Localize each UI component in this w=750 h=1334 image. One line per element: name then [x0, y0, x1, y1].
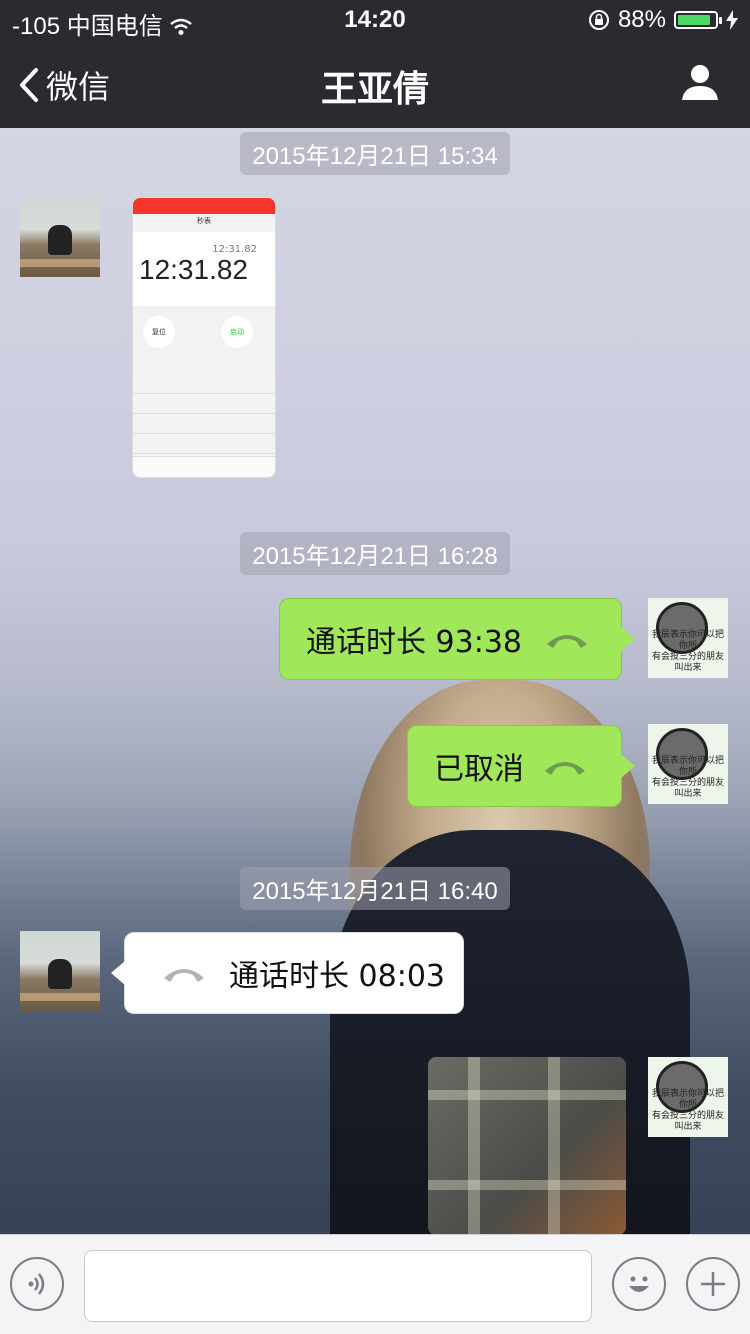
thumb-status-bar [133, 198, 275, 214]
chat-title: 王亚倩 [320, 69, 429, 110]
avatar-caption: 我辰表示你可以把你所 有会投三分的朋友叫出来 [648, 756, 728, 800]
battery-icon [674, 11, 722, 29]
status-right: 88% [588, 6, 738, 34]
avatar-desk [20, 993, 100, 1001]
timestamp-label: 2015年12月21日 16:40 [240, 867, 510, 910]
emoji-button[interactable] [612, 1257, 666, 1311]
call-message-outgoing[interactable]: 通话时长 93:38 [279, 598, 635, 680]
timestamp-1: 2015年12月21日 15:34 [0, 132, 750, 175]
more-options-button[interactable] [686, 1257, 740, 1311]
my-avatar[interactable]: 我辰表示你可以把你所 有会投三分的朋友叫出来 [648, 598, 728, 678]
my-avatar[interactable]: 我辰表示你可以把你所 有会投三分的朋友叫出来 [648, 1057, 728, 1137]
avatar-caption: 我辰表示你可以把你所 有会投三分的朋友叫出来 [648, 630, 728, 674]
avatar-caption-line: 我辰表示你可以把你所 [651, 1089, 724, 1110]
status-bar: -105 中国电信 14:20 88% [0, 0, 750, 40]
avatar-caption-line: 有会投三分的朋友叫出来 [651, 652, 724, 673]
contact-avatar[interactable] [20, 931, 100, 1011]
call-cancelled-text: 已取消 [434, 752, 524, 787]
smiley-icon [629, 1276, 649, 1292]
avatar-caption-line: 有会投三分的朋友叫出来 [651, 1111, 724, 1132]
charging-bolt-icon [726, 10, 738, 30]
image-message-photo[interactable] [428, 1057, 626, 1235]
avatar-caption-line: 我辰表示你可以把你所 [651, 756, 724, 777]
avatar-desk [20, 259, 100, 267]
image-message-stopwatch[interactable]: 秒表 12:31.82 12:31.82 复位 启动 [132, 197, 276, 478]
rotation-lock-icon [588, 10, 609, 30]
avatar-caption-line: 有会投三分的朋友叫出来 [651, 778, 724, 799]
input-bar [0, 1234, 750, 1334]
call-message-cancelled[interactable]: 已取消 [407, 725, 635, 807]
timestamp-label: 2015年12月21日 16:28 [240, 532, 510, 575]
thumb-lap-list [133, 374, 275, 454]
avatar-caption: 我辰表示你可以把你所 有会投三分的朋友叫出来 [648, 1089, 728, 1133]
plus-icon [701, 1272, 725, 1296]
timestamp-label: 2015年12月21日 15:34 [240, 132, 510, 175]
voice-input-button[interactable] [10, 1257, 64, 1311]
thumb-main-time: 12:31.82 [139, 254, 248, 285]
contact-profile-icon[interactable] [680, 62, 720, 102]
my-avatar[interactable]: 我辰表示你可以把你所 有会投三分的朋友叫出来 [648, 724, 728, 804]
battery-percent: 88% [617, 6, 666, 33]
call-duration-text: 通话时长 08:03 [229, 959, 445, 994]
thumb-title: 秒表 [197, 217, 211, 225]
message-input[interactable] [84, 1250, 592, 1322]
timestamp-2: 2015年12月21日 16:28 [0, 532, 750, 575]
nav-bar: 微信 王亚倩 [0, 40, 750, 128]
call-duration-text: 通话时长 93:38 [306, 625, 522, 660]
battery-fill [678, 15, 710, 25]
timestamp-3: 2015年12月21日 16:40 [0, 867, 750, 910]
call-message-incoming[interactable]: 通话时长 08:03 [111, 932, 464, 1014]
thumb-reset-button: 复位 [143, 316, 175, 348]
voice-icon [28, 1273, 45, 1295]
avatar-person [48, 959, 72, 989]
thumb-tab-bar [133, 456, 275, 477]
avatar-caption-line: 我辰表示你可以把你所 [651, 630, 724, 651]
phone-hangup-icon [545, 762, 585, 775]
avatar-person [48, 225, 72, 255]
phone-hangup-icon [164, 969, 204, 982]
contact-avatar[interactable] [20, 197, 100, 277]
phone-hangup-icon [547, 635, 587, 648]
thumb-start-button: 启动 [221, 316, 253, 348]
